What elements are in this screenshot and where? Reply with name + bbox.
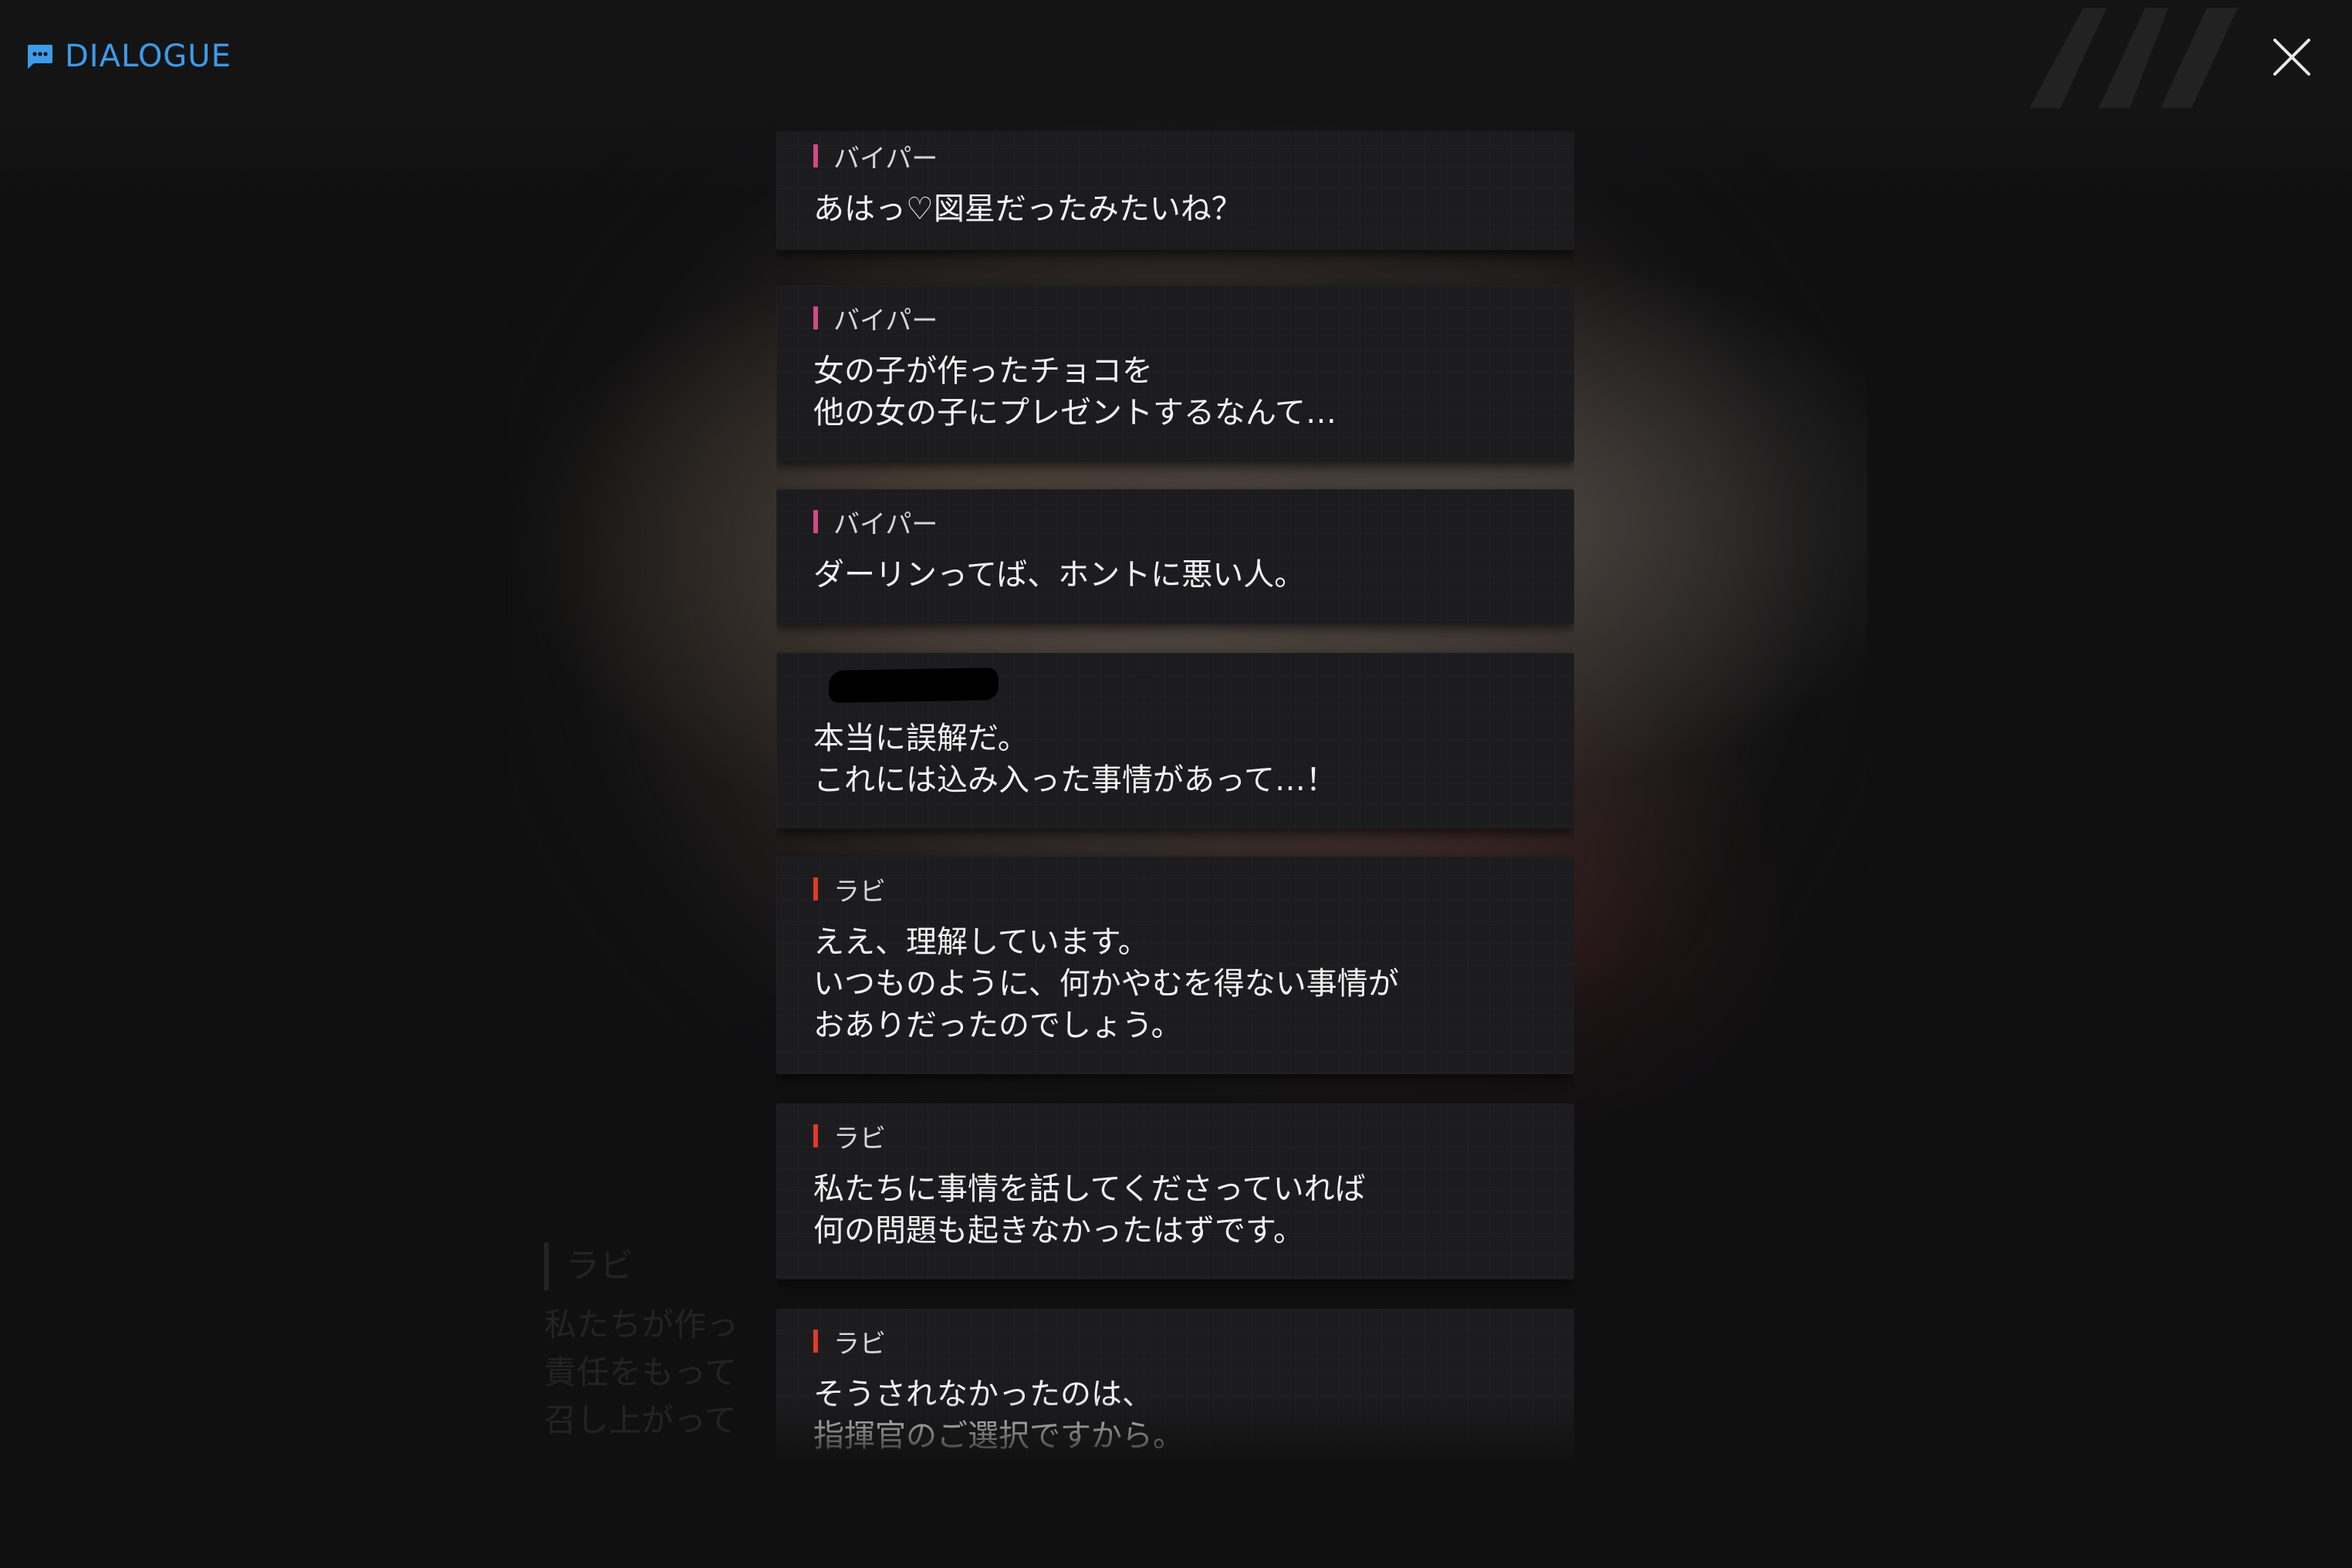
speaker-color-bar <box>813 1330 818 1353</box>
dialogue-entry: バイパー ダーリンってば、ホントに悪い人。 <box>776 489 1574 623</box>
list-fade <box>776 1397 1574 1466</box>
speaker-name: ラビ <box>833 876 886 907</box>
speaker-row <box>813 667 1537 703</box>
dialogue-header: DIALOGUE <box>25 39 231 74</box>
logo-watermark <box>2029 8 2238 108</box>
speaker-name: ラビ <box>833 1328 886 1360</box>
dialogue-entry: ラビ ええ、理解しています。 いつものように、何かやむを得ない事情が おありだっ… <box>776 857 1574 1074</box>
speaker-row: ラビ <box>813 874 1537 907</box>
speaker-name: バイパー <box>833 305 938 336</box>
dialogue-text: あはっ♡図星だったみたいね？ <box>813 191 1242 227</box>
dialogue-entry: ラビ 私たちに事情を話してくださっていれば 何の問題も起きなかったはずです。 <box>776 1103 1574 1279</box>
ghost-line: 私たちが作っ <box>544 1306 739 1343</box>
speaker-row: ラビ <box>813 1120 1537 1154</box>
dialogue-entry: 本当に誤解だ。 これには込み入った事情があって…！ <box>776 653 1574 829</box>
dialogue-text: ダーリンってば、ホントに悪い人。 <box>813 557 1306 593</box>
speaker-color-bar <box>813 877 818 901</box>
dialogue-list[interactable]: バイパー あはっ♡図星だったみたいね？ バイパー 女の子が作ったチョコを 他の女… <box>776 131 1574 1466</box>
dialogue-entry: バイパー 女の子が作ったチョコを 他の女の子にプレゼントするなんて… <box>776 286 1574 461</box>
chat-bubble-icon <box>28 45 52 69</box>
ghost-line: 責任をもって <box>544 1353 737 1391</box>
dialogue-text: 私たちに事情を話してくださっていれば 何の問題も起きなかったはずです。 <box>813 1171 1366 1249</box>
speaker-name: ラビ <box>833 1123 886 1154</box>
ghost-line: 召し上がって <box>544 1401 737 1439</box>
dialogue-text: 本当に誤解だ。 これには込み入った事情があって…！ <box>813 721 1337 798</box>
speaker-color-bar <box>813 306 818 329</box>
background-dialogue-ghost: ラビ 私たちが作っ 責任をもって 召し上がって <box>544 1242 738 1445</box>
close-icon[interactable] <box>2270 35 2313 79</box>
speaker-color-bar <box>813 510 818 533</box>
dialogue-title: DIALOGUE <box>65 39 231 74</box>
dialogue-entry: バイパー あはっ♡図星だったみたいね？ <box>776 131 1574 250</box>
speaker-name: バイパー <box>833 509 938 540</box>
speaker-color-bar <box>813 1124 818 1147</box>
speaker-row: バイパー <box>813 506 1537 540</box>
speaker-row: ラビ <box>813 1326 1537 1360</box>
dialogue-text: 女の子が作ったチョコを 他の女の子にプレゼントするなんて… <box>813 353 1337 431</box>
ghost-speaker-name: ラビ <box>544 1242 738 1290</box>
redacted-speaker-name <box>828 667 999 703</box>
dialogue-log-screen: ラビ 私たちが作っ 責任をもって 召し上がって DIALOGUE バイパー あは… <box>0 0 2352 1568</box>
speaker-color-bar <box>813 144 818 167</box>
dialogue-text: ええ、理解しています。 いつものように、何かやむを得ない事情が おありだったので… <box>813 924 1399 1043</box>
speaker-row: バイパー <box>813 302 1537 336</box>
speaker-row: バイパー <box>813 140 1537 174</box>
speaker-name: バイパー <box>833 143 938 174</box>
